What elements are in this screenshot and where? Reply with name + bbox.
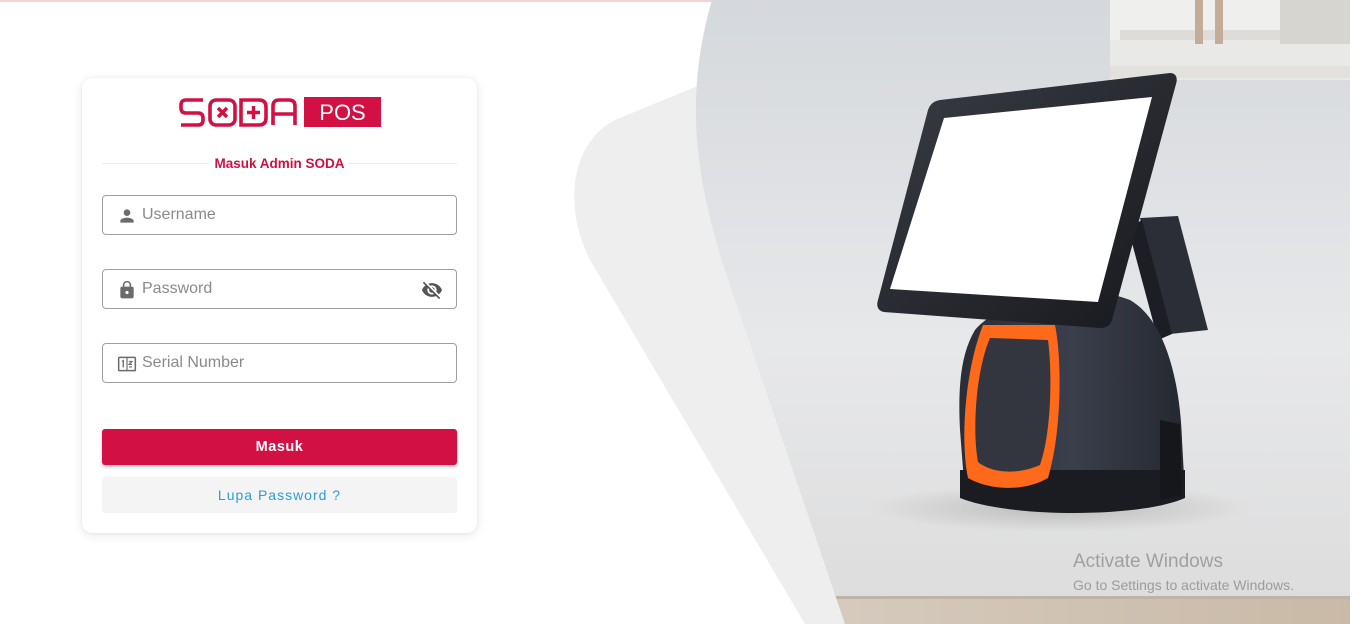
username-field[interactable] [102, 195, 457, 235]
soda-pos-logo: POS [179, 97, 381, 127]
serial-number-icon [117, 356, 137, 372]
forgot-password-button[interactable]: Lupa Password ? [102, 477, 457, 513]
login-title-row: Masuk Admin SODA [102, 156, 457, 172]
logo-tag-text: POS [319, 100, 365, 125]
serial-number-field[interactable] [102, 343, 457, 383]
username-input[interactable] [142, 196, 412, 234]
serial-number-input[interactable] [142, 344, 412, 382]
scrollbar-track[interactable] [1350, 0, 1365, 624]
login-button[interactable]: Masuk [102, 429, 457, 465]
login-card: POS Masuk Admin SODA Masuk Lup [82, 78, 477, 533]
login-page: POS Masuk Admin SODA Masuk Lup [0, 0, 1365, 624]
lock-icon [120, 280, 134, 299]
password-field[interactable] [102, 269, 457, 309]
login-title: Masuk Admin SODA [214, 156, 345, 171]
password-input[interactable] [142, 270, 412, 308]
eye-off-icon[interactable] [420, 279, 444, 301]
divider-right [349, 163, 457, 164]
person-icon [120, 209, 134, 223]
